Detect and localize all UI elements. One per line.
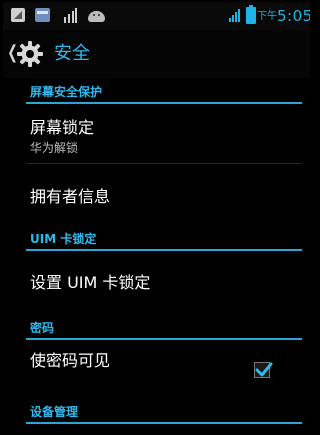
section-header-screen-security: 屏幕安全保护 [26,80,302,104]
section-header-label: 密码 [30,321,55,335]
pref-setup-uim-lock[interactable]: 设置 UIM 卡锁定 [26,251,302,311]
settings-screen: 下午 5:05 ❮ 安全 屏幕安全保护 屏幕锁定 华为解锁 拥有者信息 UIM … [3,2,310,433]
section-header-device-admin: 设备管理 [26,400,302,424]
pref-title: 使密码可见 [30,351,111,370]
section-header-label: UIM 卡锁定 [30,232,97,246]
pref-owner-info[interactable]: 拥有者信息 [26,164,302,224]
pref-screen-lock[interactable]: 屏幕锁定 华为解锁 [26,104,302,162]
signal-icon [229,8,243,22]
pref-title: 设置 UIM 卡锁定 [30,273,151,292]
pref-summary: 华为解锁 [30,141,79,155]
status-bar: 下午 5:05 [3,2,310,30]
checkmark-icon [255,362,273,377]
section-header-label: 设备管理 [30,405,79,419]
action-bar: ❮ 安全 [3,30,310,78]
gear-icon[interactable] [16,40,44,68]
section-header-label: 屏幕安全保护 [30,85,103,99]
sim-card-icon [63,8,77,23]
section-header-uim-lock: UIM 卡锁定 [26,227,302,251]
status-time: 5:05 [277,7,310,25]
page-title: 安全 [54,43,90,64]
show-password-checkbox[interactable] [254,362,273,378]
status-time-prefix: 下午 [257,11,277,22]
battery-icon [246,5,256,24]
section-header-passwords: 密码 [26,316,302,340]
pref-title: 拥有者信息 [30,187,111,206]
store-notification-icon [35,8,50,22]
usb-debug-icon [11,8,25,22]
pref-title: 屏幕锁定 [30,118,95,137]
android-icon [88,11,105,22]
